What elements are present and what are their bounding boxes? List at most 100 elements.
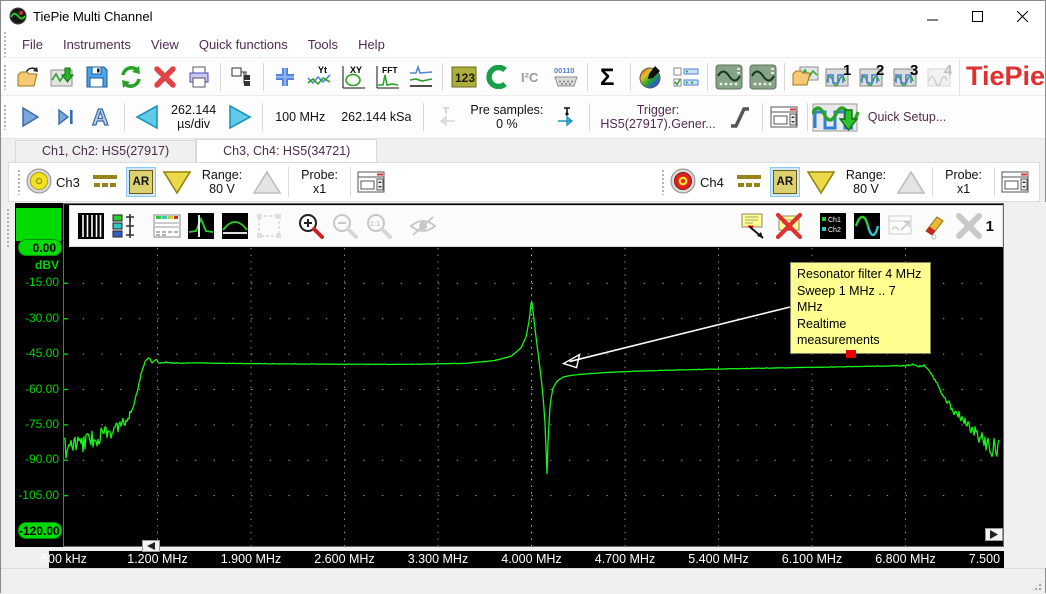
yt-graph-button[interactable]: Yt bbox=[302, 61, 336, 93]
delete-button[interactable] bbox=[148, 61, 182, 93]
clear-markers-button[interactable] bbox=[952, 210, 986, 242]
maximize-button[interactable] bbox=[955, 2, 1000, 31]
tab-2[interactable]: Ch3, Ch4: HS5(34721) bbox=[196, 139, 377, 162]
trace-colors-button[interactable] bbox=[850, 210, 884, 242]
graph-plot-area[interactable] bbox=[63, 203, 1004, 547]
x-axis[interactable]: 500 kHz1.200 MHz1.900 MHz2.600 MHz3.300 … bbox=[49, 551, 1037, 568]
spectrum-plot[interactable] bbox=[63, 203, 1004, 547]
axis-pan-right-button[interactable] bbox=[985, 528, 1003, 541]
coupling-button[interactable] bbox=[88, 166, 122, 198]
comment-anchor-handle[interactable] bbox=[846, 350, 856, 358]
trigger-display[interactable]: Trigger: HS5(27917).Gener... bbox=[594, 103, 721, 132]
channel-settings-button[interactable] bbox=[355, 166, 389, 198]
marker-pen-button[interactable] bbox=[918, 210, 952, 242]
instrument-b-button[interactable] bbox=[746, 61, 780, 93]
instrument-a-button[interactable] bbox=[712, 61, 746, 93]
acquisition-toolbar: A 262.144 µs/div 100 MHz 262.144 kSa Pre… bbox=[1, 96, 1045, 139]
close-button[interactable] bbox=[1000, 2, 1045, 31]
y-axis[interactable]: 0.00dBV-15.00-30.00-45.00-60.00-75.00-90… bbox=[15, 203, 63, 547]
open-button[interactable] bbox=[12, 61, 46, 93]
menu-item-quick-functions[interactable]: Quick functions bbox=[189, 33, 298, 56]
print-button[interactable] bbox=[182, 61, 216, 93]
y-tick-label: -15.00 bbox=[17, 275, 59, 289]
channel-settings-button[interactable] bbox=[999, 166, 1033, 198]
probe-value: x1 bbox=[313, 182, 326, 196]
tab-1[interactable]: Ch1, Ch2: HS5(27917) bbox=[15, 140, 196, 162]
title-bar[interactable]: TiePie Multi Channel bbox=[1, 1, 1045, 31]
timebase-increase-button[interactable] bbox=[222, 99, 258, 135]
one-shot-button[interactable] bbox=[48, 99, 84, 135]
axis-pan-left-button[interactable] bbox=[142, 540, 160, 552]
range-display: Range:80 V bbox=[194, 168, 250, 197]
menu-item-instruments[interactable]: Instruments bbox=[53, 33, 141, 56]
open-measurement-button[interactable] bbox=[789, 61, 823, 93]
export-graph-button[interactable] bbox=[884, 210, 918, 242]
range-up-button[interactable] bbox=[250, 166, 284, 198]
instrument-settings-button[interactable] bbox=[767, 99, 803, 135]
region-select-button[interactable] bbox=[252, 210, 286, 242]
graph-right-margin bbox=[1004, 202, 1046, 568]
quick-setup-label[interactable]: Quick Setup... bbox=[864, 110, 951, 124]
x-tick-label: 5.400 MHz bbox=[688, 552, 748, 566]
vertical-cursor-button[interactable] bbox=[184, 210, 218, 242]
legend-button[interactable]: Ch1Ch2 bbox=[816, 210, 850, 242]
horizontal-cursor-button[interactable] bbox=[218, 210, 252, 242]
measurement-3-button[interactable]: 3 bbox=[891, 61, 925, 93]
color-scheme-button[interactable] bbox=[635, 61, 669, 93]
serial-analyzer-button[interactable]: 00110 bbox=[549, 61, 583, 93]
measurement-4-button[interactable]: 4 bbox=[925, 61, 959, 93]
zoom-in-button[interactable] bbox=[294, 210, 328, 242]
meter-button[interactable]: 123 bbox=[447, 61, 481, 93]
delete-comment-button[interactable] bbox=[772, 210, 806, 242]
quick-setup-icon[interactable] bbox=[812, 99, 864, 135]
comment-line-3: Realtime measurements bbox=[797, 316, 924, 349]
zoom-out-button[interactable] bbox=[328, 210, 362, 242]
separator bbox=[932, 167, 933, 197]
measurement-1-button[interactable]: 1 bbox=[823, 61, 857, 93]
menu-item-file[interactable]: File bbox=[12, 33, 53, 56]
range-down-button[interactable] bbox=[804, 166, 838, 198]
coupling-button[interactable] bbox=[732, 166, 766, 198]
can-analyzer-button[interactable] bbox=[481, 61, 515, 93]
add-source-button[interactable] bbox=[268, 61, 302, 93]
menu-item-view[interactable]: View bbox=[141, 33, 189, 56]
autorange-button[interactable]: AR bbox=[129, 170, 153, 194]
axes-button[interactable] bbox=[108, 210, 142, 242]
combined-graph-button[interactable] bbox=[404, 61, 438, 93]
add-comment-button[interactable] bbox=[738, 210, 772, 242]
fft-graph-button[interactable]: FFT bbox=[370, 61, 404, 93]
autosetup-button[interactable]: A bbox=[84, 99, 120, 135]
import-measurement-button[interactable] bbox=[46, 61, 80, 93]
object-tree-button[interactable] bbox=[225, 61, 259, 93]
graph-splitter[interactable] bbox=[1, 202, 15, 568]
channel-ch3-controls: Ch3ARRange:80 VProbe:x1 bbox=[15, 163, 389, 201]
start-button[interactable] bbox=[12, 99, 48, 135]
sum-button[interactable]: Σ bbox=[592, 61, 626, 93]
graph-comment[interactable]: Resonator filter 4 MHz Sweep 1 MHz .. 7 … bbox=[790, 262, 931, 354]
save-button[interactable] bbox=[80, 61, 114, 93]
zoom-reset-button[interactable]: 1:1 bbox=[362, 210, 396, 242]
menu-item-tools[interactable]: Tools bbox=[298, 33, 348, 56]
presamples-decrease-button[interactable] bbox=[428, 99, 464, 135]
value-table-button[interactable] bbox=[150, 210, 184, 242]
timebase-decrease-button[interactable] bbox=[129, 99, 165, 135]
range-down-button[interactable] bbox=[160, 166, 194, 198]
measurement-2-button[interactable]: 2 bbox=[857, 61, 891, 93]
presamples-increase-button[interactable] bbox=[549, 99, 585, 135]
range-up-button[interactable] bbox=[894, 166, 928, 198]
menu-item-help[interactable]: Help bbox=[348, 33, 395, 56]
xy-graph-button[interactable]: XY bbox=[336, 61, 370, 93]
i2c-analyzer-button[interactable]: I²C bbox=[515, 61, 549, 93]
refresh-button[interactable] bbox=[114, 61, 148, 93]
autorange-button[interactable]: AR bbox=[773, 170, 797, 194]
timebase-value: 262.144 bbox=[171, 103, 216, 117]
timebase-display: 262.144 µs/div bbox=[165, 103, 222, 132]
tiepie-multichannel-window: { "window": { "title": "TiePie Multi Cha… bbox=[0, 0, 1046, 593]
source-list-button[interactable] bbox=[669, 61, 703, 93]
svg-text:1: 1 bbox=[843, 63, 851, 79]
trigger-slope-icon[interactable] bbox=[722, 99, 758, 135]
resize-grip[interactable] bbox=[1030, 579, 1043, 592]
grid-button[interactable] bbox=[74, 210, 108, 242]
minimize-button[interactable] bbox=[910, 2, 955, 31]
hide-trace-button[interactable] bbox=[406, 210, 440, 242]
